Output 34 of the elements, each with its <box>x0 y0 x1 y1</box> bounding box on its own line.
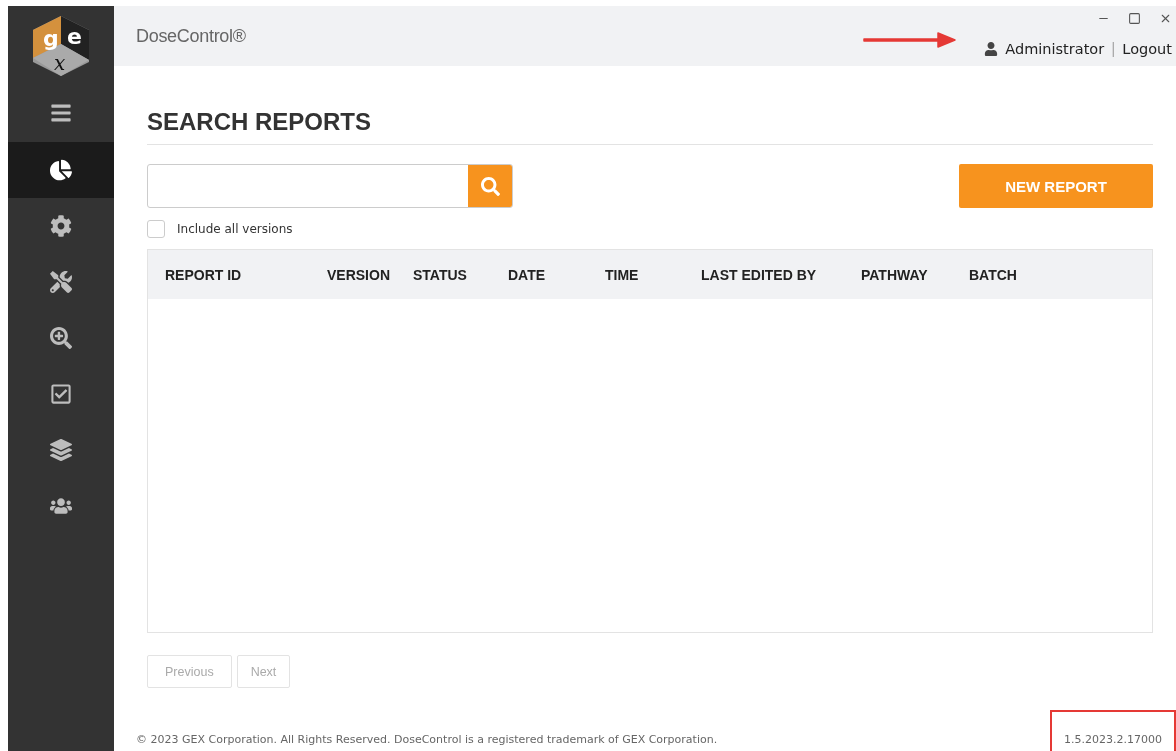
column-header: VERSION <box>327 266 391 283</box>
checkbox-icon <box>50 383 72 405</box>
user-icon <box>984 42 999 56</box>
magnifier-icon <box>50 327 72 349</box>
separator: | <box>1111 40 1116 58</box>
user-name: Administrator <box>1005 41 1105 57</box>
checkbox-label: Include all versions <box>177 222 293 236</box>
logout-link[interactable]: Logout <box>1122 41 1172 57</box>
app-title: DoseControl® <box>136 24 246 48</box>
close-icon <box>1159 12 1172 25</box>
close-button[interactable] <box>1159 12 1172 25</box>
column-header: STATUS <box>413 266 468 283</box>
users-icon <box>50 495 72 517</box>
menu-icon <box>50 102 72 124</box>
search-field[interactable] <box>147 164 513 208</box>
column-header: LAST EDITED BY <box>701 266 818 283</box>
column-header: REPORT ID <box>165 266 243 283</box>
page-title: SEARCH REPORTS <box>147 108 1153 145</box>
layers-icon <box>50 439 72 461</box>
tools-icon <box>50 271 72 293</box>
version-number: 1.5.2023.2.17000 <box>1064 733 1162 746</box>
copyright-text: © 2023 GEX Corporation. All Rights Reserved. DoseControl is a registered trademark of GEX Corporation. <box>136 733 718 748</box>
checkbox[interactable] <box>147 220 165 238</box>
column-header: PATHWAY <box>861 266 929 283</box>
search-icon <box>480 176 500 196</box>
column-header: TIME <box>605 266 640 283</box>
maximize-button[interactable] <box>1128 12 1141 25</box>
column-header: BATCH <box>969 266 1018 283</box>
new-report-button[interactable]: NEW REPORT <box>959 164 1153 208</box>
maximize-icon <box>1128 12 1141 25</box>
gear-icon <box>50 215 72 237</box>
sidebar-item[interactable] <box>8 142 114 198</box>
column-header: DATE <box>508 266 547 283</box>
pie-chart-icon <box>50 159 72 181</box>
